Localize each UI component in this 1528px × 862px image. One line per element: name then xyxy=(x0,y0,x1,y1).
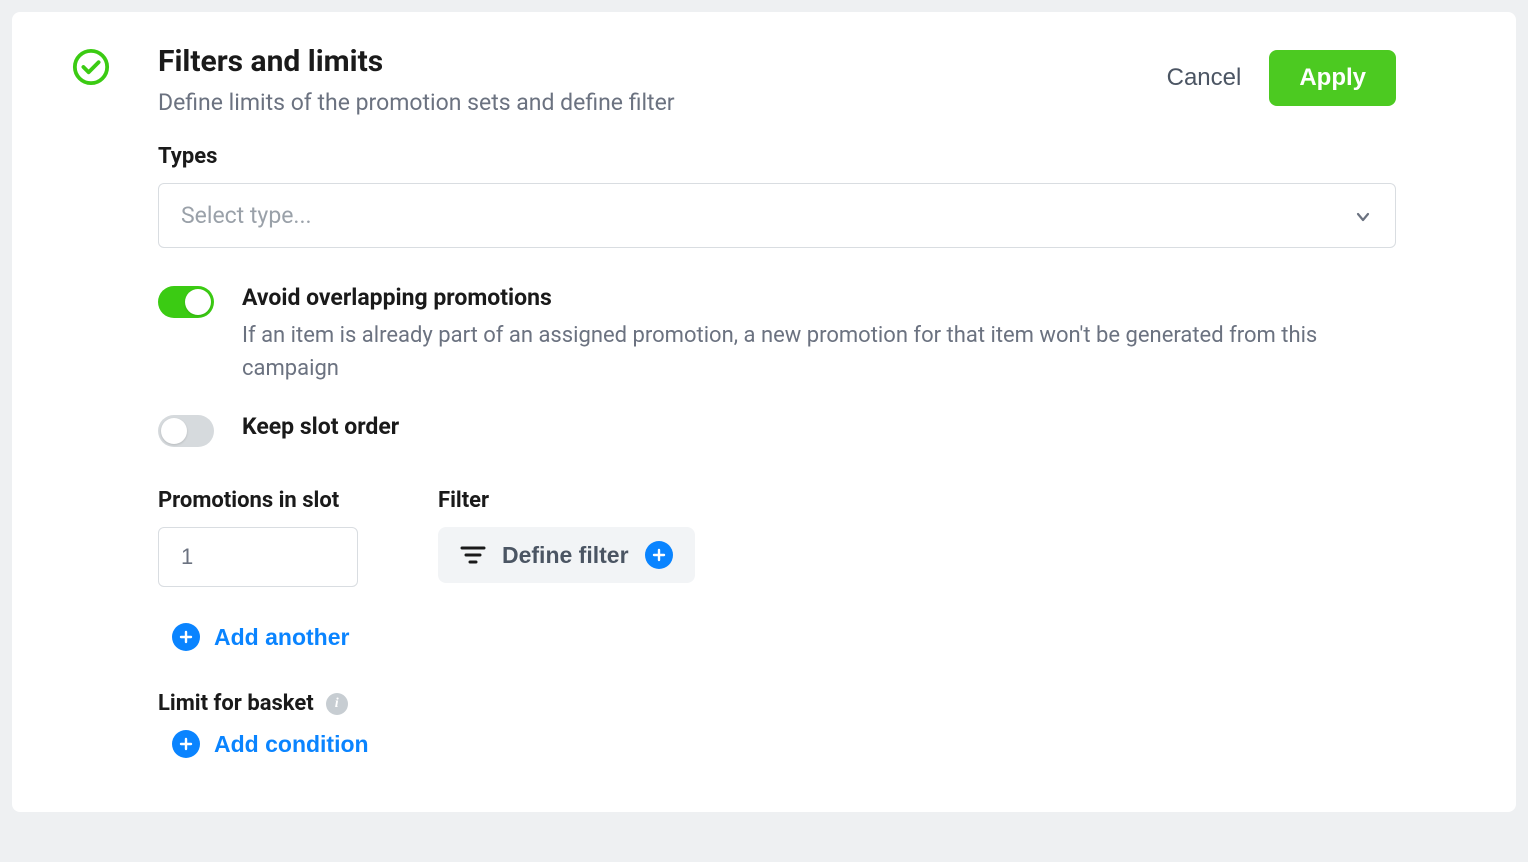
form-body: Types Select type... Avoid overlapping p… xyxy=(72,144,1396,758)
add-another-label: Add another xyxy=(214,624,349,651)
filters-card: Filters and limits Define limits of the … xyxy=(12,12,1516,812)
header-actions: Cancel Apply xyxy=(1167,50,1396,106)
plus-circle-icon xyxy=(645,541,673,569)
types-label: Types xyxy=(158,144,1396,169)
avoid-overlap-title: Avoid overlapping promotions xyxy=(242,284,1396,311)
promotions-in-slot-label: Promotions in slot xyxy=(158,488,358,513)
promotions-in-slot-col: Promotions in slot xyxy=(158,488,358,587)
header-text: Filters and limits Define limits of the … xyxy=(158,44,1167,116)
check-circle-icon xyxy=(72,48,110,86)
filter-label: Filter xyxy=(438,488,695,513)
limit-for-basket-label: Limit for basket i xyxy=(158,691,1396,716)
keep-slot-order-row: Keep slot order xyxy=(158,413,1396,448)
page-title: Filters and limits xyxy=(158,44,1167,79)
avoid-overlap-row: Avoid overlapping promotions If an item … xyxy=(158,284,1396,385)
slot-filter-row: Promotions in slot Filter Define filter xyxy=(158,488,1396,587)
cancel-button[interactable]: Cancel xyxy=(1167,64,1242,92)
add-another-button[interactable]: Add another xyxy=(172,623,349,651)
filter-col: Filter Define filter xyxy=(438,488,695,587)
add-condition-label: Add condition xyxy=(214,731,369,758)
types-placeholder: Select type... xyxy=(181,202,312,229)
avoid-overlap-desc: If an item is already part of an assigne… xyxy=(242,319,1396,385)
define-filter-label: Define filter xyxy=(502,542,629,569)
types-select[interactable]: Select type... xyxy=(158,183,1396,248)
keep-slot-order-title: Keep slot order xyxy=(242,413,1396,440)
page-subtitle: Define limits of the promotion sets and … xyxy=(158,89,1167,116)
add-condition-button[interactable]: Add condition xyxy=(172,730,369,758)
filter-icon xyxy=(460,542,486,568)
chevron-down-icon xyxy=(1353,206,1373,226)
plus-circle-icon xyxy=(172,730,200,758)
apply-button[interactable]: Apply xyxy=(1269,50,1396,106)
keep-slot-order-toggle[interactable] xyxy=(158,415,214,447)
avoid-overlap-toggle[interactable] xyxy=(158,286,214,318)
header-row: Filters and limits Define limits of the … xyxy=(72,44,1396,116)
plus-circle-icon xyxy=(172,623,200,651)
info-icon[interactable]: i xyxy=(326,693,348,715)
define-filter-button[interactable]: Define filter xyxy=(438,527,695,583)
promotions-in-slot-input[interactable] xyxy=(158,527,358,587)
